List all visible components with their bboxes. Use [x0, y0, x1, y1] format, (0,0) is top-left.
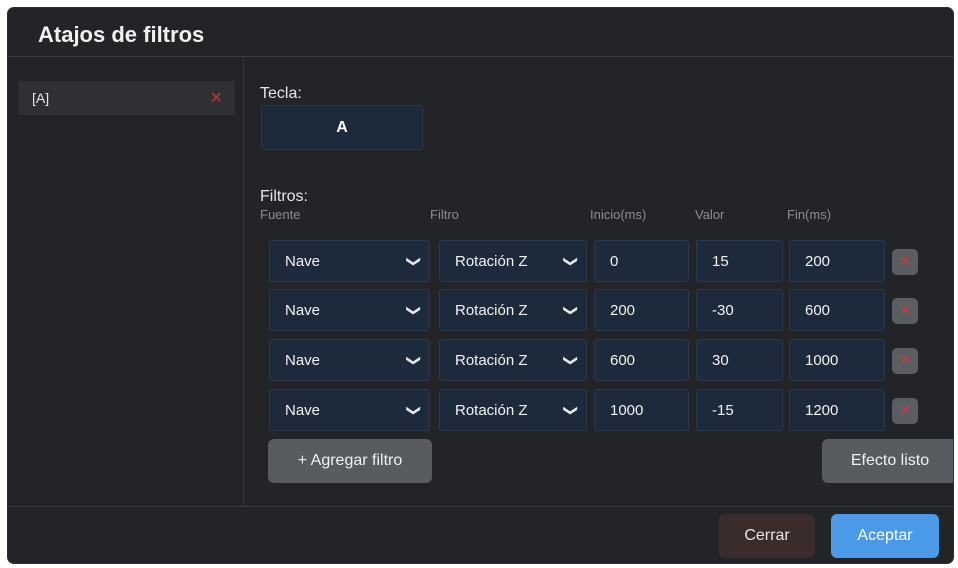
chevron-down-icon: ❯ [406, 255, 423, 268]
value-input[interactable]: 15 [696, 240, 783, 282]
chevron-down-icon: ❯ [563, 255, 580, 268]
end-ms-input[interactable]: 200 [789, 240, 885, 282]
delete-filter-button[interactable]: ✕ [892, 398, 918, 424]
end-ms-value: 200 [805, 253, 831, 270]
filter-select[interactable]: Rotación Z ❯ [439, 289, 587, 331]
chevron-down-icon: ❯ [563, 304, 580, 317]
effect-ready-button[interactable]: Efecto listo [822, 439, 953, 483]
shortcut-item-label: [A] [32, 90, 50, 106]
accept-button[interactable]: Aceptar [831, 514, 939, 558]
filter-select-value: Rotación Z [455, 352, 528, 369]
dialog-footer: Cerrar Aceptar [8, 506, 953, 563]
filter-row: Nave ❯ Rotación Z ❯ 600 30 1000 ✕ [260, 339, 920, 381]
source-select-value: Nave [285, 253, 321, 270]
dialog-header: Atajos de filtros [8, 8, 953, 57]
source-select-value: Nave [285, 302, 321, 319]
source-select[interactable]: Nave ❯ [269, 289, 430, 331]
start-ms-value: 200 [610, 302, 636, 319]
filter-select[interactable]: Rotación Z ❯ [439, 240, 587, 282]
close-icon[interactable]: ✕ [210, 88, 223, 108]
value-value: -15 [712, 402, 734, 419]
value-value: -30 [712, 302, 734, 319]
close-icon: ✕ [898, 302, 912, 319]
value-value: 30 [712, 352, 729, 369]
chevron-down-icon: ❯ [406, 304, 423, 317]
close-button[interactable]: Cerrar [719, 514, 815, 558]
column-header-value: Valor [695, 207, 725, 222]
close-icon: ✕ [898, 253, 912, 270]
column-header-source: Fuente [260, 207, 301, 222]
filter-row: Nave ❯ Rotación Z ❯ 0 15 200 ✕ [260, 240, 920, 282]
shortcut-editor: Tecla: A Filtros: Fuente Filtro Inicio(m… [260, 57, 953, 507]
start-ms-input[interactable]: 0 [594, 240, 689, 282]
start-ms-input[interactable]: 1000 [594, 389, 689, 431]
source-select[interactable]: Nave ❯ [269, 389, 430, 431]
delete-filter-button[interactable]: ✕ [892, 298, 918, 324]
close-icon: ✕ [898, 352, 912, 369]
shortcut-list: [A] ✕ [8, 57, 244, 507]
filter-select[interactable]: Rotación Z ❯ [439, 389, 587, 431]
chevron-down-icon: ❯ [563, 354, 580, 367]
start-ms-input[interactable]: 600 [594, 339, 689, 381]
value-input[interactable]: -30 [696, 289, 783, 331]
shortcut-item[interactable]: [A] ✕ [18, 81, 235, 115]
filter-select-value: Rotación Z [455, 402, 528, 419]
chevron-down-icon: ❯ [563, 404, 580, 417]
add-filter-button[interactable]: + Agregar filtro [268, 439, 432, 483]
end-ms-value: 1000 [805, 352, 839, 369]
key-capture-field[interactable]: A [261, 105, 423, 150]
filters-label: Filtros: [260, 188, 308, 205]
column-header-end: Fin(ms) [787, 207, 832, 222]
chevron-down-icon: ❯ [406, 354, 423, 367]
end-ms-input[interactable]: 600 [789, 289, 885, 331]
start-ms-value: 600 [610, 352, 636, 369]
start-ms-value: 0 [610, 253, 619, 270]
delete-filter-button[interactable]: ✕ [892, 348, 918, 374]
end-ms-input[interactable]: 1200 [789, 389, 885, 431]
dialog-title: Atajos de filtros [38, 22, 205, 47]
close-icon: ✕ [898, 402, 912, 419]
source-select-value: Nave [285, 402, 321, 419]
end-ms-value: 1200 [805, 402, 839, 419]
start-ms-input[interactable]: 200 [594, 289, 689, 331]
value-value: 15 [712, 253, 729, 270]
value-input[interactable]: 30 [696, 339, 783, 381]
filter-select-value: Rotación Z [455, 302, 528, 319]
end-ms-input[interactable]: 1000 [789, 339, 885, 381]
start-ms-value: 1000 [610, 402, 644, 419]
source-select[interactable]: Nave ❯ [269, 339, 430, 381]
value-input[interactable]: -15 [696, 389, 783, 431]
end-ms-value: 600 [805, 302, 831, 319]
filter-select-value: Rotación Z [455, 253, 528, 270]
source-select[interactable]: Nave ❯ [269, 240, 430, 282]
source-select-value: Nave [285, 352, 321, 369]
column-header-start: Inicio(ms) [590, 207, 647, 222]
filter-row: Nave ❯ Rotación Z ❯ 1000 -15 1200 ✕ [260, 389, 920, 431]
column-header-filter: Filtro [430, 207, 459, 222]
filter-shortcuts-dialog: Atajos de filtros [A] ✕ Tecla: A Filtros… [8, 8, 953, 563]
delete-filter-button[interactable]: ✕ [892, 249, 918, 275]
key-label: Tecla: [260, 85, 302, 102]
chevron-down-icon: ❯ [406, 404, 423, 417]
filter-row: Nave ❯ Rotación Z ❯ 200 -30 600 ✕ [260, 289, 920, 331]
filter-select[interactable]: Rotación Z ❯ [439, 339, 587, 381]
